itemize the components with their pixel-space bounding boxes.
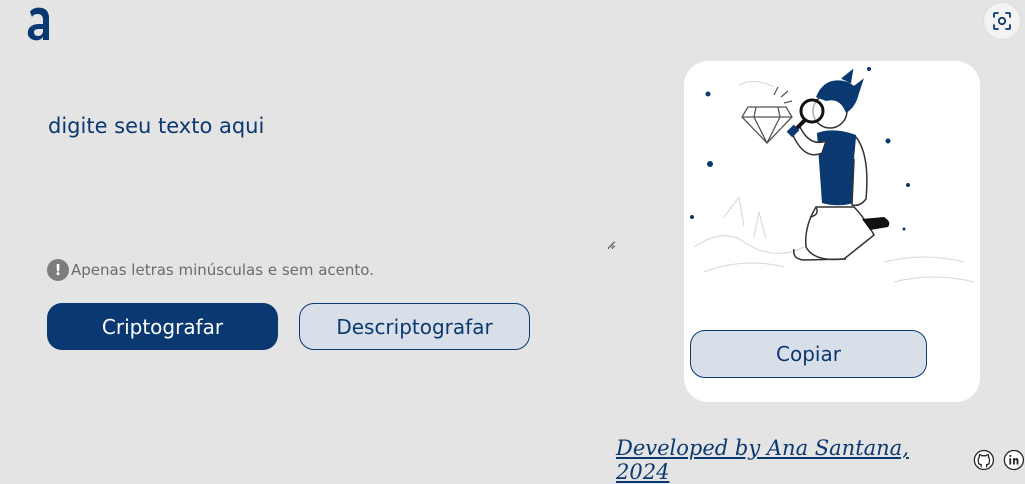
boy-with-magnifier-illustration (690, 67, 975, 283)
developer-credit-link[interactable]: Developed by Ana Santana, 2024 (616, 436, 965, 484)
input-hint: ! Apenas letras minúsculas e sem acento. (47, 259, 374, 281)
resize-grip-icon[interactable] (606, 240, 615, 249)
exclamation-icon: ! (47, 259, 69, 281)
screenshot-capture-icon (993, 12, 1011, 30)
alura-logo-icon[interactable] (26, 6, 52, 42)
decrypt-button[interactable]: Descriptografar (299, 303, 530, 350)
copy-button[interactable]: Copiar (690, 330, 927, 378)
text-input[interactable] (40, 108, 616, 250)
panel-resize-grip-icon[interactable] (970, 392, 978, 400)
encrypt-button[interactable]: Criptografar (47, 303, 278, 350)
linkedin-icon[interactable] (1003, 449, 1025, 471)
github-icon[interactable] (973, 449, 995, 471)
output-panel: Copiar (684, 61, 980, 402)
footer: Developed by Ana Santana, 2024 (616, 436, 1025, 484)
screenshot-button[interactable] (983, 2, 1021, 40)
hint-text: Apenas letras minúsculas e sem acento. (71, 261, 374, 279)
